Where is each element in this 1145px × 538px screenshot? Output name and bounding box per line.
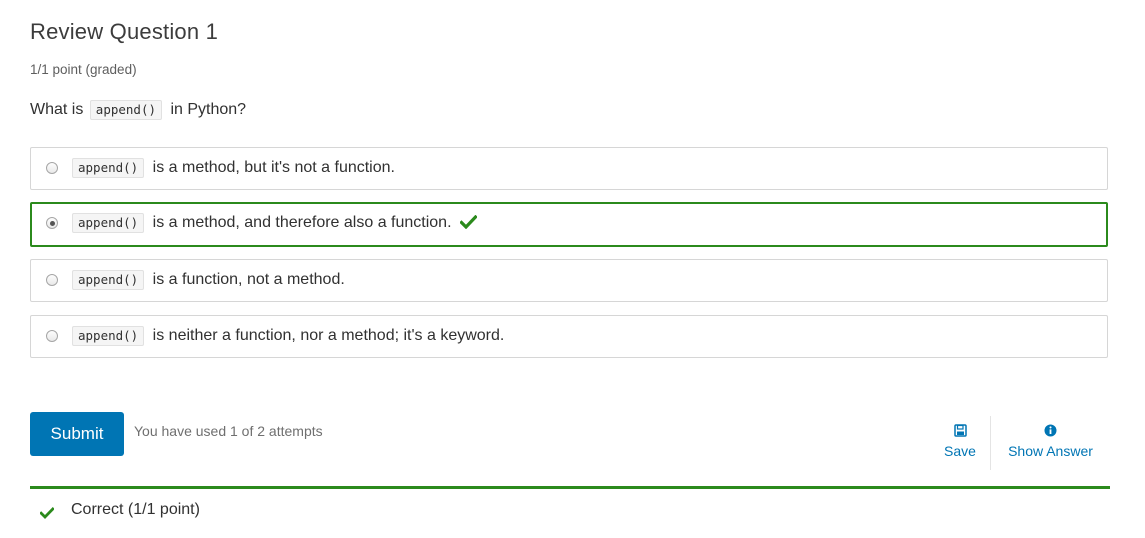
save-button[interactable]: Save [940,424,980,459]
submit-button[interactable]: Submit [30,412,124,456]
choice-code: append() [72,213,145,233]
choice-text: is a function, not a method. [152,271,345,288]
choice-label: append() is a function, not a method. [72,270,345,290]
radio-button[interactable] [46,330,58,342]
choice-option-3[interactable]: append() is a function, not a method. [30,259,1108,302]
choice-label: append() is neither a function, nor a me… [72,326,505,346]
choice-text: is a method, and therefore also a functi… [152,214,452,231]
prompt-text-before: What is [30,101,84,118]
choice-text: is neither a function, nor a method; it'… [152,327,505,344]
info-circle-icon [1002,424,1099,440]
choice-option-1[interactable]: append() is a method, but it's not a fun… [30,147,1108,190]
question-title: Review Question 1 [30,19,219,44]
points-label: 1/1 point (graded) [30,62,137,77]
prompt-text-after: in Python? [170,101,247,118]
check-icon [39,506,55,524]
problem-page: Review Question 1 1/1 point (graded) Wha… [0,0,1145,538]
choice-option-2[interactable]: append() is a method, and therefore also… [30,202,1108,247]
choice-code: append() [72,158,145,178]
feedback-message: Correct (1/1 point) [30,486,1110,538]
check-icon [459,214,478,234]
radio-button[interactable] [46,162,58,174]
prompt-code: append() [89,100,163,120]
choice-code: append() [72,270,145,290]
choice-label: append() is a method, and therefore also… [72,213,478,234]
feedback-text: Correct (1/1 point) [71,501,200,518]
question-prompt: What is append() in Python? [30,100,247,120]
floppy-disk-icon [940,424,980,440]
choice-text: is a method, but it's not a function. [152,159,395,176]
radio-button-selected[interactable] [46,217,58,229]
save-label: Save [944,443,976,459]
show-answer-label: Show Answer [1008,443,1093,459]
radio-button[interactable] [46,274,58,286]
action-divider [990,416,991,470]
show-answer-button[interactable]: Show Answer [1002,424,1099,459]
attempts-counter: You have used 1 of 2 attempts [134,423,323,439]
choice-code: append() [72,326,145,346]
choice-option-4[interactable]: append() is neither a function, nor a me… [30,315,1108,358]
choice-label: append() is a method, but it's not a fun… [72,158,395,178]
